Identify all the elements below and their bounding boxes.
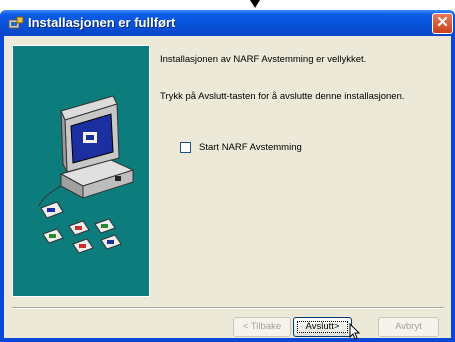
button-divider bbox=[12, 307, 444, 309]
instruction-text: Trykk på Avslutt-tasten for å avslutte d… bbox=[160, 91, 405, 102]
start-app-checkbox-label[interactable]: Start NARF Avstemming bbox=[199, 142, 302, 153]
side-illustration-panel bbox=[12, 45, 150, 297]
mouse-cursor-icon bbox=[349, 323, 361, 340]
back-button[interactable]: < Tilbake bbox=[233, 317, 291, 337]
dialog-body: Installasjonen av NARF Avstemming er vel… bbox=[4, 36, 451, 340]
mouse-cursor-top-icon bbox=[250, 0, 260, 8]
window-title: Installasjonen er fullført bbox=[28, 15, 176, 30]
installer-icon bbox=[8, 16, 24, 29]
close-button[interactable]: ✕ bbox=[432, 13, 453, 34]
computer-with-disks-icon bbox=[38, 95, 135, 254]
success-message: Installasjonen av NARF Avstemming er vel… bbox=[160, 54, 367, 65]
title-bar[interactable]: Installasjonen er fullført ✕ bbox=[0, 10, 455, 36]
installer-window: Installasjonen er fullført ✕ Installasjo… bbox=[0, 10, 455, 342]
finish-button[interactable]: Avslutt> bbox=[293, 317, 352, 337]
cancel-button[interactable]: Avbryt bbox=[378, 317, 439, 337]
focus-rectangle bbox=[297, 321, 348, 333]
start-app-checkbox[interactable] bbox=[180, 142, 191, 153]
